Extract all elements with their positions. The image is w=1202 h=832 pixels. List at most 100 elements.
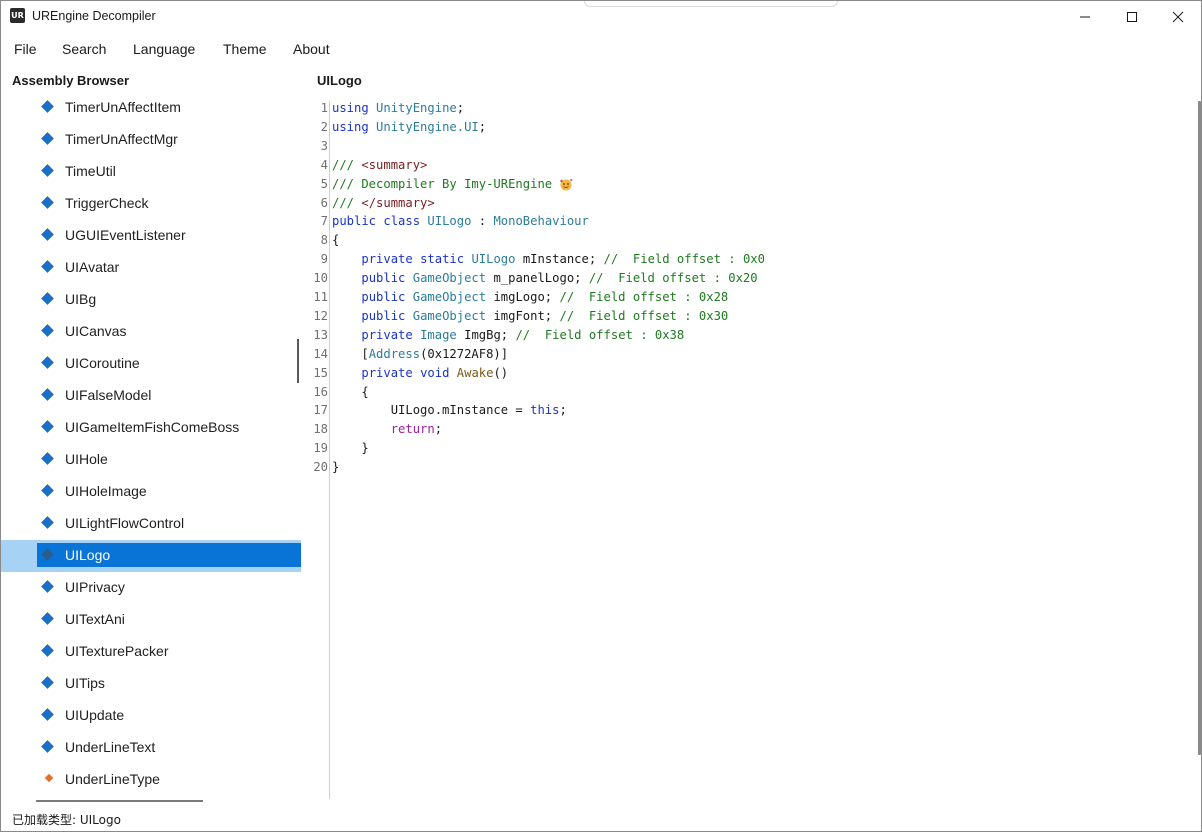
- code-line: 3: [307, 137, 332, 156]
- menu-theme[interactable]: Theme: [223, 41, 267, 57]
- tree-item-label: UnderLineType: [65, 771, 160, 787]
- tree-item[interactable]: UnderLineText: [1, 732, 301, 764]
- class-icon: [41, 420, 54, 433]
- tree-item[interactable]: UIUpdate: [1, 700, 301, 732]
- line-number: 10: [313, 271, 328, 286]
- status-text: 已加载类型: UILogo: [12, 813, 121, 827]
- code-editor[interactable]: 1 using UnityEngine; 2 using UnityEngine.UI…: [307, 99, 1187, 799]
- line-number: 15: [313, 365, 328, 380]
- tree-item-label: TimeUtil: [65, 163, 116, 179]
- close-button[interactable]: [1155, 1, 1201, 32]
- line-number: 17: [313, 403, 328, 418]
- code-vertical-scrollbar[interactable]: [1198, 101, 1201, 755]
- tree-item[interactable]: UIBg: [1, 284, 301, 316]
- tree-item-label: UIAvatar: [65, 259, 120, 275]
- tree-item[interactable]: UITips: [1, 668, 301, 700]
- status-bar: 已加载类型: UILogo: [1, 802, 1201, 831]
- tree-item[interactable]: UILightFlowControl: [1, 508, 301, 540]
- code-line: 9 private static UILogo mInstance; // Fi…: [307, 250, 765, 269]
- tree-item[interactable]: UILogo: [1, 540, 301, 572]
- app-logo-icon: UR: [10, 8, 25, 23]
- code-line: 14 [Address(0x1272AF8)]: [307, 345, 508, 364]
- tree-item[interactable]: UITextAni: [1, 604, 301, 636]
- tree-vertical-scrollbar[interactable]: [297, 339, 299, 383]
- app-window: UR UREngine Decompiler File Search Langu…: [0, 0, 1202, 832]
- tree-item[interactable]: UICoroutine: [1, 348, 301, 380]
- window-title: UREngine Decompiler: [32, 9, 156, 23]
- line-number: 14: [313, 346, 328, 361]
- tree-item-label: UIFalseModel: [65, 387, 152, 403]
- smiling-face-with-hearts-icon: [560, 178, 573, 191]
- tree-item-label: UILogo: [65, 547, 111, 563]
- class-icon: [41, 580, 54, 593]
- line-number: 8: [320, 233, 328, 248]
- tree-item[interactable]: UICanvas: [1, 316, 301, 348]
- class-icon: [41, 516, 54, 529]
- line-number: 9: [320, 252, 328, 267]
- line-number: 4: [320, 157, 328, 172]
- class-icon: [41, 100, 54, 113]
- snap-layout-handle[interactable]: [584, 1, 838, 7]
- tree-item[interactable]: UITexturePacker: [1, 636, 301, 668]
- tree-item-label: TimerUnAffectItem: [65, 99, 181, 115]
- maximize-icon: [1127, 11, 1137, 22]
- tree-item[interactable]: TimeUtil: [1, 156, 301, 188]
- class-icon: [41, 292, 54, 305]
- tree-item[interactable]: UIHoleImage: [1, 476, 301, 508]
- code-line: 16 {: [307, 383, 368, 402]
- class-icon: [41, 196, 54, 209]
- line-number: 2: [320, 119, 328, 134]
- tree-item[interactable]: UIHole: [1, 444, 301, 476]
- class-icon: [41, 356, 54, 369]
- code-line: 18 return;: [307, 420, 442, 439]
- class-icon: [41, 324, 54, 337]
- line-number: 20: [313, 460, 328, 475]
- line-number: 11: [313, 290, 328, 304]
- code-line: 15 private void Awake(): [307, 364, 508, 383]
- code-line: 1 using UnityEngine;: [307, 99, 464, 118]
- tree-item-label: UITexturePacker: [65, 643, 169, 659]
- tree-item-label: TimerUnAffectMgr: [65, 131, 178, 147]
- assembly-tree[interactable]: TimerUnAffectItem TimerUnAffectMgr TimeUti…: [1, 92, 301, 801]
- tree-item[interactable]: TriggerCheck: [1, 188, 301, 220]
- menu-language[interactable]: Language: [133, 41, 195, 57]
- class-icon: [41, 228, 54, 241]
- tree-item-label: UIUpdate: [65, 707, 125, 723]
- tree-item[interactable]: UIGameItemFishComeBoss: [1, 412, 301, 444]
- menu-search[interactable]: Search: [62, 41, 106, 57]
- tree-item[interactable]: TimerUnAffectItem: [1, 92, 301, 124]
- menu-about[interactable]: About: [293, 41, 330, 57]
- class-icon: [41, 164, 54, 177]
- close-icon: [1172, 11, 1184, 22]
- class-icon: [41, 676, 54, 689]
- class-icon: [41, 132, 54, 145]
- enum-icon: [44, 773, 54, 783]
- code-line: 13 private Image ImgBg; // Field offset …: [307, 326, 684, 345]
- tree-item[interactable]: UIFalseModel: [1, 380, 301, 412]
- maximize-button[interactable]: [1109, 1, 1155, 32]
- tree-item[interactable]: TimerUnAffectMgr: [1, 124, 301, 156]
- assembly-browser-panel: Assembly Browser TimerUnAffectItem TimerU…: [1, 63, 301, 802]
- tree-item[interactable]: UGUIEventListener: [1, 220, 301, 252]
- line-number: 12: [313, 308, 328, 323]
- code-line: 8{: [307, 231, 340, 250]
- tree-item[interactable]: UnderLineType: [1, 764, 301, 796]
- menu-bar: File Search Language Theme About: [1, 33, 1201, 63]
- code-line: 2 using UnityEngine.UI;: [307, 118, 486, 137]
- tree-item[interactable]: UIAvatar: [1, 252, 301, 284]
- menu-file[interactable]: File: [14, 41, 37, 57]
- code-line: 11 public GameObject imgLogo; // Field o…: [307, 288, 728, 307]
- assembly-browser-title: Assembly Browser: [12, 73, 130, 88]
- minimize-button[interactable]: [1062, 1, 1108, 32]
- tree-item[interactable]: UIPrivacy: [1, 572, 301, 604]
- class-icon: [41, 708, 54, 721]
- tree-item-label: UILightFlowControl: [65, 515, 185, 531]
- code-line: 12 public GameObject imgFont; // Field o…: [307, 307, 728, 326]
- class-icon: [41, 484, 54, 497]
- title-bar[interactable]: UR UREngine Decompiler: [1, 1, 1201, 32]
- code-line: 19 }: [307, 439, 368, 458]
- minimize-icon: [1080, 16, 1090, 17]
- tree-item-label: UIHoleImage: [65, 483, 147, 499]
- tree-item-label: UIBg: [65, 291, 97, 307]
- tree-item-label: UICanvas: [65, 323, 127, 339]
